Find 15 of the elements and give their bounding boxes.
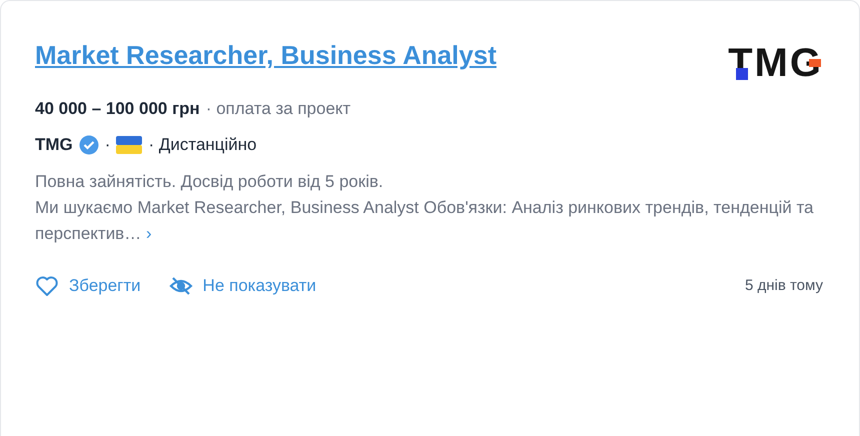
company-name: TMG <box>35 134 73 156</box>
hide-button[interactable]: Не показувати <box>168 273 316 298</box>
salary-range: 40 000 – 100 000 грн <box>35 98 200 120</box>
separator-dot: · <box>104 134 110 156</box>
flag-icon <box>116 136 142 154</box>
job-summary: Повна зайнятість. Досвід роботи від 5 років. <box>35 171 384 193</box>
work-location: · Дистанційно <box>148 134 257 156</box>
heart-icon <box>35 274 59 297</box>
payment-type: · оплата за проект <box>206 98 351 120</box>
job-description: Ми шукаємо Market Researcher, Business Analyst Обов'язки: Аналіз ринкових трендів, тенденцій та перспектив… › <box>35 197 814 245</box>
expand-link[interactable]: › <box>146 224 152 243</box>
job-title-link[interactable]: Market Researcher, Business Analyst <box>35 37 496 73</box>
eye-slash-icon <box>168 276 193 296</box>
save-button[interactable]: Зберегти <box>35 273 141 298</box>
posted-date: 5 днів тому <box>744 276 823 296</box>
